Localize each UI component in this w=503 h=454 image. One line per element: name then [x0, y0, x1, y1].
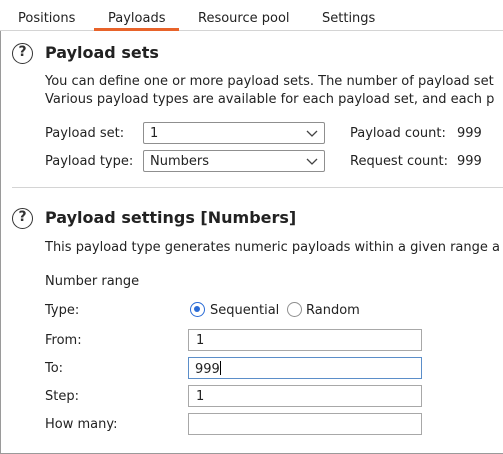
tab-settings[interactable]: Settings	[322, 0, 375, 31]
chevron-down-icon	[306, 130, 318, 137]
random-radio-label[interactable]: Random	[306, 303, 360, 318]
to-label: To:	[45, 361, 64, 376]
number-range-label: Number range	[45, 274, 140, 289]
to-input[interactable]: 999	[188, 357, 422, 379]
text-caret	[219, 361, 221, 375]
payload-type-select[interactable]: Numbers	[143, 150, 325, 172]
chevron-down-icon	[306, 158, 318, 165]
section-divider	[12, 187, 503, 188]
payload-sets-description-line2: Various payload types are available for …	[45, 92, 495, 107]
tab-resource-pool[interactable]: Resource pool	[198, 0, 290, 31]
step-input[interactable]: 1	[188, 385, 422, 407]
tab-positions[interactable]: Positions	[18, 0, 75, 31]
sequential-radio-label[interactable]: Sequential	[210, 303, 279, 318]
sequential-radio[interactable]	[190, 302, 205, 317]
payload-count-value: 999	[457, 126, 482, 141]
tab-payloads[interactable]: Payloads	[93, 0, 181, 31]
payload-count-label: Payload count:	[350, 126, 446, 141]
step-label: Step:	[45, 389, 79, 404]
request-count-value: 999	[457, 154, 482, 169]
payload-set-value: 1	[150, 126, 159, 141]
request-count-label: Request count:	[350, 154, 448, 169]
payload-type-value: Numbers	[150, 154, 209, 169]
tab-bar: Positions Payloads Resource pool Setting…	[0, 0, 503, 31]
question-circle-icon[interactable]: ?	[12, 43, 33, 64]
from-value: 1	[196, 333, 205, 348]
payload-settings-title: Payload settings [Numbers]	[45, 208, 297, 227]
payload-settings-description: This payload type generates numeric payl…	[45, 240, 500, 255]
type-label: Type:	[45, 303, 80, 318]
to-value: 999	[195, 362, 220, 377]
from-label: From:	[45, 333, 82, 348]
payload-type-label: Payload type:	[45, 154, 134, 169]
payload-sets-title: Payload sets	[45, 43, 159, 62]
payload-set-label: Payload set:	[45, 126, 125, 141]
how-many-label: How many:	[45, 417, 118, 432]
payload-sets-description-line1: You can define one or more payload sets.…	[45, 74, 494, 89]
how-many-input[interactable]	[188, 413, 422, 435]
question-circle-icon[interactable]: ?	[12, 208, 33, 229]
step-value: 1	[196, 389, 205, 404]
payload-set-select[interactable]: 1	[143, 122, 325, 144]
from-input[interactable]: 1	[188, 329, 422, 351]
random-radio[interactable]	[287, 302, 302, 317]
